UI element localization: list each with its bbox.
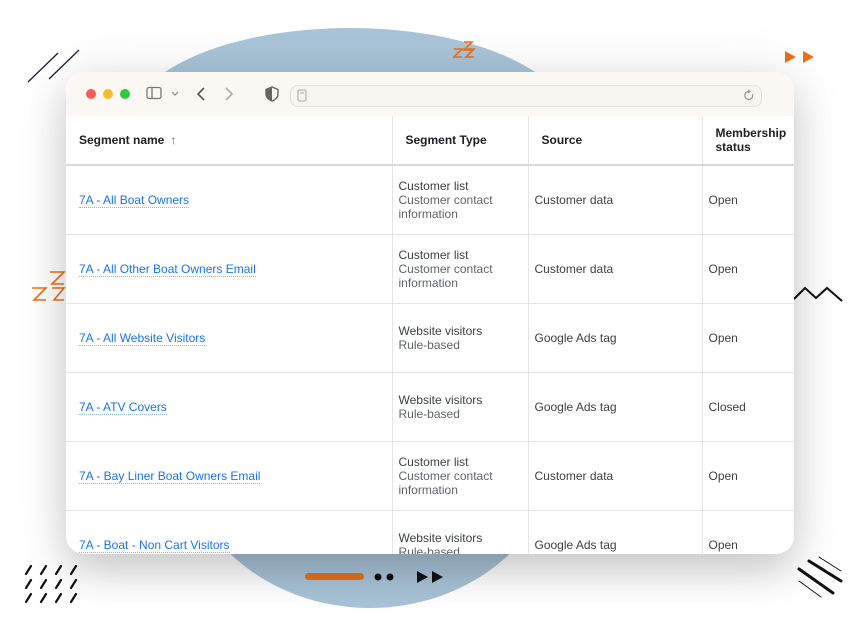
segment-name-cell: 7A - All Boat Owners [66,165,393,235]
browser-window: Segment name ↑ Segment Type Source Member… [66,72,794,554]
play-arrows-orange-decoration [785,51,814,63]
segment-subtype: Customer contact information [398,469,493,497]
reload-icon[interactable] [743,89,755,107]
table-row: 7A - Bay Liner Boat Owners Email Custome… [66,441,794,511]
membership-status-cell: Open [702,234,794,304]
segment-name-cell: 7A - All Other Boat Owners Email [66,234,393,304]
close-window-button[interactable] [86,89,96,99]
zigzag-orange-left-decoration [32,271,66,301]
source-cell: Customer data [528,165,703,235]
privacy-shield-icon[interactable] [265,86,279,105]
diagonal-stripes-decoration [797,556,843,598]
table-row: 7A - All Other Boat Owners Email Custome… [66,234,794,304]
browser-toolbar [66,72,794,116]
address-bar[interactable] [290,85,762,107]
sidebar-icon[interactable] [146,86,162,103]
chevron-down-icon[interactable] [170,87,180,103]
segment-type-cell: Website visitors Rule-based [392,303,529,373]
segment-type: Customer list [398,179,469,193]
segment-subtype: Customer contact information [398,262,493,290]
source-cell: Google Ads tag [528,303,703,373]
segment-type-cell: Website visitors Rule-based [392,372,529,442]
column-header-segment-type[interactable]: Segment Type [392,116,529,166]
segment-type-cell: Customer list Customer contact informati… [392,165,529,235]
segment-name-cell: 7A - ATV Covers [66,372,393,442]
maximize-window-button[interactable] [120,89,130,99]
segment-subtype: Rule-based [398,338,460,352]
minimize-window-button[interactable] [103,89,113,99]
segment-name-cell: 7A - Boat - Non Cart Visitors [66,510,393,554]
segment-type: Website visitors [398,393,483,407]
segment-name-cell: 7A - Bay Liner Boat Owners Email [66,441,393,511]
source-cell: Google Ads tag [528,372,703,442]
window-controls [86,89,130,99]
segment-type-cell: Customer list Customer contact informati… [392,234,529,304]
membership-status-cell: Open [702,303,794,373]
column-header-membership-status[interactable]: Membership status [702,116,794,166]
segment-name-link[interactable]: 7A - All Website Visitors [79,331,206,346]
segment-name-link[interactable]: 7A - All Boat Owners [79,193,190,208]
membership-status-cell: Closed [702,372,794,442]
segment-subtype: Rule-based [398,545,460,554]
sort-ascending-icon[interactable]: ↑ [170,133,176,147]
segment-name-cell: 7A - All Website Visitors [66,303,393,373]
page-icon [297,89,307,107]
segment-type: Customer list [398,248,469,262]
back-icon[interactable] [195,86,207,105]
column-header-segment-name[interactable]: Segment name ↑ [66,116,393,166]
column-header-source[interactable]: Source [528,116,703,166]
segment-type: Website visitors [398,324,483,338]
segment-type: Website visitors [398,531,483,545]
source-cell: Customer data [528,234,703,304]
segment-name-link[interactable]: 7A - Boat - Non Cart Visitors [79,538,230,553]
membership-status-cell: Open [702,165,794,235]
segment-name-link[interactable]: 7A - ATV Covers [79,400,167,415]
segments-table: Segment name ↑ Segment Type Source Member… [66,116,794,554]
segment-subtype: Customer contact information [398,193,493,221]
hatch-marks-decoration [24,564,78,604]
slider-indicator-decoration [305,571,443,583]
table-row: 7A - All Website Visitors Website visito… [66,303,794,373]
segment-name-link[interactable]: 7A - All Other Boat Owners Email [79,262,256,277]
zigzag-black-decoration [793,286,843,302]
segment-subtype: Rule-based [398,407,460,421]
forward-icon[interactable] [223,86,235,105]
table-row: 7A - Boat - Non Cart Visitors Website vi… [66,510,794,554]
membership-status-cell: Open [702,510,794,554]
segment-name-link[interactable]: 7A - Bay Liner Boat Owners Email [79,469,261,484]
table-row: 7A - ATV Covers Website visitors Rule-ba… [66,372,794,442]
table-header-row: Segment name ↑ Segment Type Source Member… [66,116,794,166]
zigzag-orange-top-decoration [452,41,476,58]
segment-type: Customer list [398,455,469,469]
segment-type-cell: Customer list Customer contact informati… [392,441,529,511]
source-cell: Customer data [528,441,703,511]
table-row: 7A - All Boat Owners Customer list Custo… [66,165,794,235]
segment-type-cell: Website visitors Rule-based [392,510,529,554]
source-cell: Google Ads tag [528,510,703,554]
membership-status-cell: Open [702,441,794,511]
